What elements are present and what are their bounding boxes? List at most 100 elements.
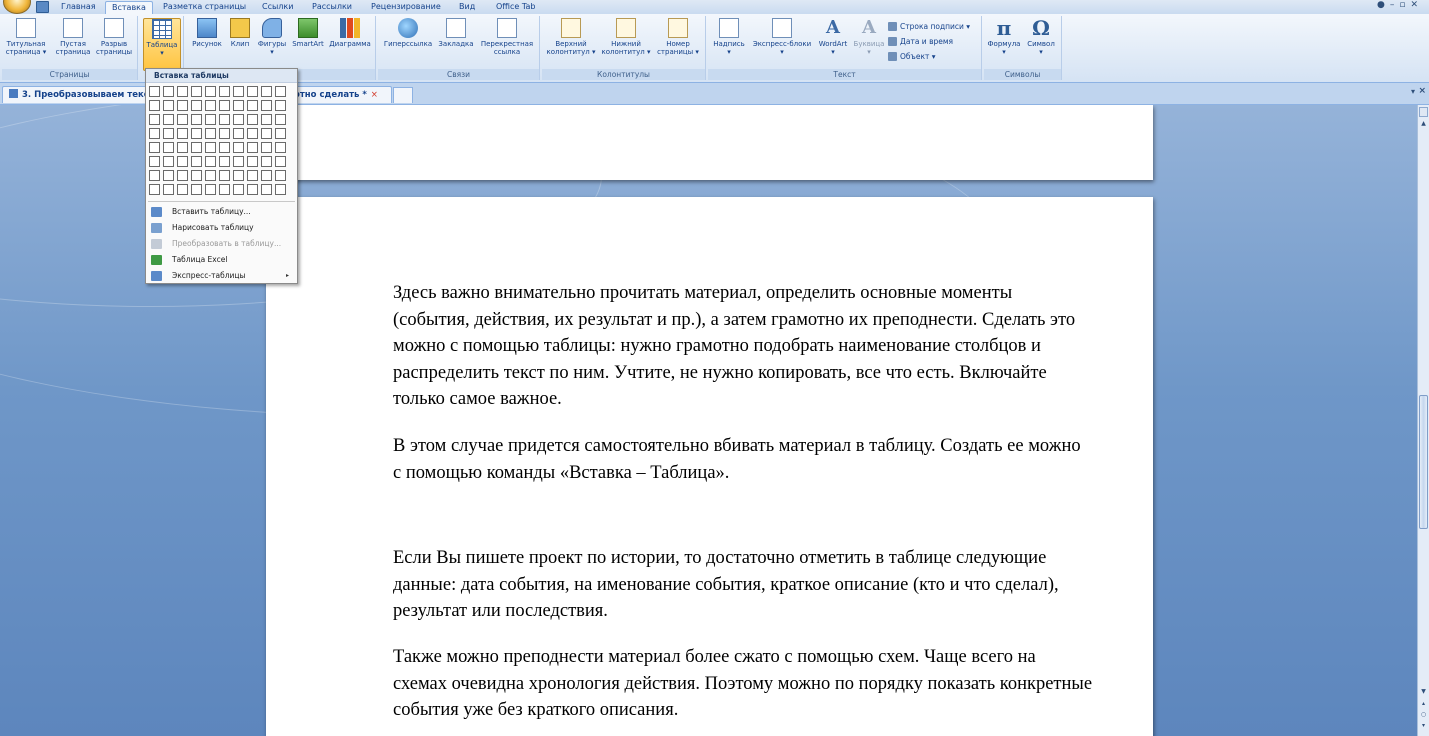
help-icon[interactable]: ●: [1377, 0, 1390, 10]
table-grid-cell[interactable]: [261, 86, 272, 97]
tab-list-dropdown-icon[interactable]: ▾: [1411, 87, 1415, 96]
quick-access-save-icon[interactable]: [36, 1, 49, 13]
table-grid-cell[interactable]: [275, 142, 286, 153]
browse-object-icon[interactable]: ○: [1419, 710, 1428, 719]
table-grid-cell[interactable]: [177, 142, 188, 153]
menu-item-quick-tables[interactable]: Экспресс-таблицы ▸: [148, 268, 295, 284]
table-grid-cell[interactable]: [247, 114, 258, 125]
vertical-scrollbar[interactable]: ▲ ▼ ▴ ○ ▾: [1417, 105, 1429, 736]
minimize-icon[interactable]: –: [1390, 0, 1400, 10]
table-grid-cell[interactable]: [219, 114, 230, 125]
table-grid-cell[interactable]: [149, 184, 160, 195]
table-grid-cell[interactable]: [205, 100, 216, 111]
table-grid-cell[interactable]: [275, 86, 286, 97]
table-grid-cell[interactable]: [205, 142, 216, 153]
table-grid-cell[interactable]: [191, 114, 202, 125]
close-tab-icon[interactable]: ×: [371, 90, 378, 100]
table-grid-cell[interactable]: [233, 170, 244, 181]
table-grid-cell[interactable]: [247, 100, 258, 111]
wordart-button[interactable]: A WordArt ▾: [815, 18, 851, 57]
menu-item-excel-table[interactable]: Таблица Excel: [148, 252, 295, 268]
table-grid-cell[interactable]: [177, 184, 188, 195]
table-grid-cell[interactable]: [247, 156, 258, 167]
table-grid-cell[interactable]: [233, 128, 244, 139]
table-grid-cell[interactable]: [261, 170, 272, 181]
restore-icon[interactable]: ▫: [1399, 0, 1410, 10]
new-tab-button[interactable]: [393, 87, 413, 103]
table-grid-cell[interactable]: [247, 184, 258, 195]
table-grid-cell[interactable]: [275, 156, 286, 167]
office-button[interactable]: [3, 0, 31, 14]
table-grid-cell[interactable]: [275, 100, 286, 111]
paragraph-4[interactable]: Также можно преподнести материал более с…: [393, 644, 1093, 724]
scroll-down-arrow-icon[interactable]: ▼: [1419, 687, 1428, 696]
object-button[interactable]: Объект ▾: [888, 51, 936, 62]
document-tab-2[interactable]: отно сделать * ×: [288, 86, 392, 103]
table-grid-cell[interactable]: [149, 156, 160, 167]
table-grid-cell[interactable]: [191, 142, 202, 153]
tab-review[interactable]: Рецензирование: [365, 1, 447, 14]
blank-page-button[interactable]: Пустая страница: [52, 18, 94, 56]
table-grid-cell[interactable]: [233, 156, 244, 167]
table-grid-cell[interactable]: [177, 114, 188, 125]
page-1[interactable]: [266, 105, 1153, 180]
drop-cap-button[interactable]: A Буквица ▾: [852, 18, 886, 57]
table-grid-cell[interactable]: [177, 100, 188, 111]
table-grid-cell[interactable]: [149, 114, 160, 125]
table-grid-cell[interactable]: [191, 128, 202, 139]
table-grid-cell[interactable]: [149, 100, 160, 111]
tab-references[interactable]: Ссылки: [256, 1, 299, 14]
table-grid-cell[interactable]: [205, 114, 216, 125]
table-grid-cell[interactable]: [219, 184, 230, 195]
table-grid-cell[interactable]: [191, 100, 202, 111]
equation-button[interactable]: π Формула ▾: [986, 18, 1022, 56]
chart-button[interactable]: Диаграмма: [327, 18, 373, 48]
table-grid-cell[interactable]: [177, 156, 188, 167]
footer-button[interactable]: Нижний колонтитул ▾: [599, 18, 653, 56]
scroll-up-arrow-icon[interactable]: ▲: [1419, 119, 1428, 128]
table-grid-cell[interactable]: [177, 86, 188, 97]
table-grid-cell[interactable]: [191, 156, 202, 167]
menu-item-convert-to-table[interactable]: Преобразовать в таблицу...: [148, 236, 295, 252]
table-grid-cell[interactable]: [275, 114, 286, 125]
tab-insert[interactable]: Вставка: [105, 1, 153, 14]
table-grid-cell[interactable]: [163, 156, 174, 167]
shapes-button[interactable]: Фигуры ▾: [255, 18, 289, 56]
tab-office-tab[interactable]: Office Tab: [490, 1, 541, 14]
header-button[interactable]: Верхний колонтитул ▾: [544, 18, 598, 56]
table-grid-cell[interactable]: [275, 170, 286, 181]
picture-button[interactable]: Рисунок: [189, 18, 225, 48]
table-grid-cell[interactable]: [261, 114, 272, 125]
table-grid-cell[interactable]: [149, 142, 160, 153]
tab-view[interactable]: Вид: [453, 1, 481, 14]
next-page-icon[interactable]: ▾: [1419, 721, 1428, 730]
table-grid-cell[interactable]: [149, 86, 160, 97]
previous-page-icon[interactable]: ▴: [1419, 699, 1428, 708]
hyperlink-button[interactable]: Гиперссылка: [382, 18, 434, 48]
table-grid-cell[interactable]: [163, 86, 174, 97]
close-document-icon[interactable]: ×: [1418, 86, 1426, 96]
table-grid-cell[interactable]: [247, 170, 258, 181]
table-grid-cell[interactable]: [191, 170, 202, 181]
table-grid-cell[interactable]: [219, 100, 230, 111]
table-grid-cell[interactable]: [205, 170, 216, 181]
paragraph-1[interactable]: Здесь важно внимательно прочитать матери…: [393, 280, 1093, 413]
table-grid-cell[interactable]: [191, 86, 202, 97]
table-grid-cell[interactable]: [177, 170, 188, 181]
quick-parts-button[interactable]: Экспресс-блоки ▾: [750, 18, 814, 56]
cover-page-button[interactable]: Титульная страница ▾: [5, 18, 47, 56]
table-grid-cell[interactable]: [149, 170, 160, 181]
table-grid-cell[interactable]: [205, 86, 216, 97]
scrollbar-thumb[interactable]: [1419, 395, 1428, 529]
table-grid-cell[interactable]: [233, 142, 244, 153]
table-grid-cell[interactable]: [163, 128, 174, 139]
tab-home[interactable]: Главная: [55, 1, 102, 14]
ruler-toggle-icon[interactable]: [1419, 107, 1428, 117]
table-size-grid[interactable]: [149, 86, 293, 198]
table-grid-cell[interactable]: [219, 156, 230, 167]
paragraph-2[interactable]: В этом случае придется самостоятельно вб…: [393, 433, 1093, 486]
table-grid-cell[interactable]: [233, 86, 244, 97]
table-grid-cell[interactable]: [233, 114, 244, 125]
close-icon[interactable]: ✕: [1410, 0, 1423, 10]
table-button[interactable]: Таблица ▾: [143, 18, 181, 71]
